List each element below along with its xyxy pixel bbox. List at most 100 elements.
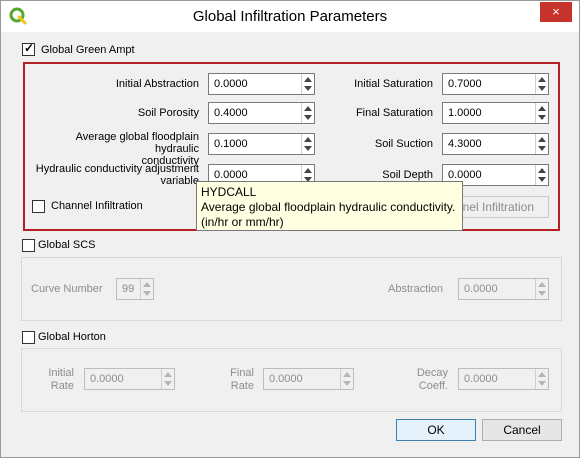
green-ampt-checkbox[interactable]: ✓ (22, 41, 35, 56)
close-button[interactable]: × (540, 2, 572, 22)
floodplain-conductivity-label: Average global floodplain hydraulic cond… (29, 131, 199, 167)
abstraction-value: 0.0000 (464, 283, 498, 295)
spin-arrows[interactable] (535, 279, 548, 299)
initial-saturation-field[interactable]: 0.7000 (442, 73, 549, 95)
final-rate-value: 0.0000 (269, 373, 303, 385)
horton-label: Global Horton (38, 331, 106, 343)
spin-up-icon[interactable] (538, 137, 546, 142)
tooltip: HYDCALL Average global floodplain hydrau… (196, 181, 463, 231)
tooltip-title: HYDCALL (201, 185, 257, 199)
spin-arrows[interactable] (340, 369, 353, 389)
final-rate-label-line2: Rate (230, 380, 254, 392)
spin-arrows[interactable] (535, 134, 548, 154)
spin-arrows[interactable] (535, 165, 548, 185)
horton-checkbox[interactable] (22, 331, 35, 344)
spin-up-icon[interactable] (538, 77, 546, 82)
spin-down-icon[interactable] (538, 146, 546, 151)
soil-depth-value: 0.0000 (448, 169, 482, 181)
floodplain-conductivity-label-line1: Average global floodplain hydraulic (75, 131, 199, 155)
initial-saturation-value: 0.7000 (448, 78, 482, 90)
decay-coeff-value: 0.0000 (464, 373, 498, 385)
spin-up-icon[interactable] (143, 282, 151, 287)
spin-down-icon[interactable] (343, 381, 351, 386)
spin-up-icon[interactable] (538, 106, 546, 111)
initial-rate-field[interactable]: 0.0000 (84, 368, 175, 390)
floodplain-conductivity-value: 0.1000 (214, 138, 248, 150)
initial-rate-label-line1: Initial (48, 367, 74, 379)
cancel-button-label: Cancel (503, 423, 541, 437)
green-ampt-label: Global Green Ampt (41, 44, 135, 56)
conductivity-adjustment-label-line1: Hydraulic conductivity adjustment (35, 163, 199, 175)
soil-porosity-label: Soil Porosity (137, 107, 199, 119)
spin-arrows[interactable] (535, 103, 548, 123)
spin-down-icon[interactable] (143, 291, 151, 296)
spin-up-icon[interactable] (343, 372, 351, 377)
spin-up-icon[interactable] (304, 137, 312, 142)
spin-down-icon[interactable] (304, 146, 312, 151)
spin-up-icon[interactable] (538, 372, 546, 377)
channel-infiltration-checkbox[interactable] (32, 200, 45, 213)
spin-arrows[interactable] (301, 103, 314, 123)
soil-depth-label: Soil Depth (382, 169, 433, 181)
ok-button[interactable]: OK (396, 419, 476, 441)
initial-abstraction-label: Initial Abstraction (115, 78, 199, 90)
abstraction-field[interactable]: 0.0000 (458, 278, 549, 300)
spin-down-icon[interactable] (304, 86, 312, 91)
conductivity-adjustment-value: 0.0000 (214, 169, 248, 181)
spin-arrows[interactable] (161, 369, 174, 389)
spin-down-icon[interactable] (538, 115, 546, 120)
spin-up-icon[interactable] (538, 168, 546, 173)
decay-coeff-field[interactable]: 0.0000 (458, 368, 549, 390)
soil-porosity-value: 0.4000 (214, 107, 248, 119)
scs-label: Global SCS (38, 239, 96, 251)
channel-infiltration-label: Channel Infiltration (51, 200, 143, 212)
initial-abstraction-field[interactable]: 0.0000 (208, 73, 315, 95)
soil-porosity-field[interactable]: 0.4000 (208, 102, 315, 124)
spin-down-icon[interactable] (538, 381, 546, 386)
spin-down-icon[interactable] (304, 115, 312, 120)
spin-down-icon[interactable] (538, 291, 546, 296)
spin-down-icon[interactable] (164, 381, 172, 386)
initial-rate-label-line2: Rate (50, 380, 74, 392)
spin-arrows[interactable] (301, 74, 314, 94)
initial-rate-label: Initial Rate (31, 367, 74, 393)
floodplain-conductivity-field[interactable]: 0.1000 (208, 133, 315, 155)
close-icon: × (552, 4, 560, 19)
decay-coeff-label-line2: Coeff. (418, 380, 448, 392)
spin-down-icon[interactable] (538, 177, 546, 182)
spin-down-icon[interactable] (538, 86, 546, 91)
channel-infiltration-button-label: nnel Infiltration (455, 200, 535, 214)
spin-arrows[interactable] (301, 134, 314, 154)
final-saturation-label: Final Saturation (355, 107, 433, 119)
curve-number-value: 99 (122, 283, 135, 295)
tooltip-line1: Average global floodplain hydraulic cond… (201, 200, 456, 214)
initial-saturation-label: Initial Saturation (354, 78, 433, 90)
dialog-window: Global Infiltration Parameters × ✓ Globa… (0, 0, 580, 458)
spin-up-icon[interactable] (304, 106, 312, 111)
final-saturation-field[interactable]: 1.0000 (442, 102, 549, 124)
spin-arrows[interactable] (535, 369, 548, 389)
window-title: Global Infiltration Parameters (192, 8, 388, 25)
checkmark-icon: ✓ (24, 41, 35, 55)
spin-up-icon[interactable] (538, 282, 546, 287)
spin-up-icon[interactable] (304, 77, 312, 82)
spin-arrows[interactable] (535, 74, 548, 94)
abstraction-label: Abstraction (388, 283, 444, 295)
spin-up-icon[interactable] (304, 168, 312, 173)
decay-coeff-label-line1: Decay (416, 367, 448, 379)
spin-arrows[interactable] (140, 279, 153, 299)
decay-coeff-label: Decay Coeff. (405, 367, 448, 393)
curve-number-field[interactable]: 99 (116, 278, 154, 300)
final-saturation-value: 1.0000 (448, 107, 482, 119)
final-rate-field[interactable]: 0.0000 (263, 368, 354, 390)
initial-rate-value: 0.0000 (90, 373, 124, 385)
soil-suction-field[interactable]: 4.3000 (442, 133, 549, 155)
cancel-button[interactable]: Cancel (482, 419, 562, 441)
tooltip-line2: (in/hr or mm/hr) (201, 215, 284, 229)
title-bar[interactable]: Global Infiltration Parameters × (1, 1, 579, 32)
conductivity-adjustment-label-line2: variable (160, 175, 199, 187)
ok-button-label: OK (427, 423, 445, 437)
scs-checkbox[interactable] (22, 239, 35, 252)
spin-up-icon[interactable] (164, 372, 172, 377)
curve-number-label: Curve Number (31, 283, 103, 295)
